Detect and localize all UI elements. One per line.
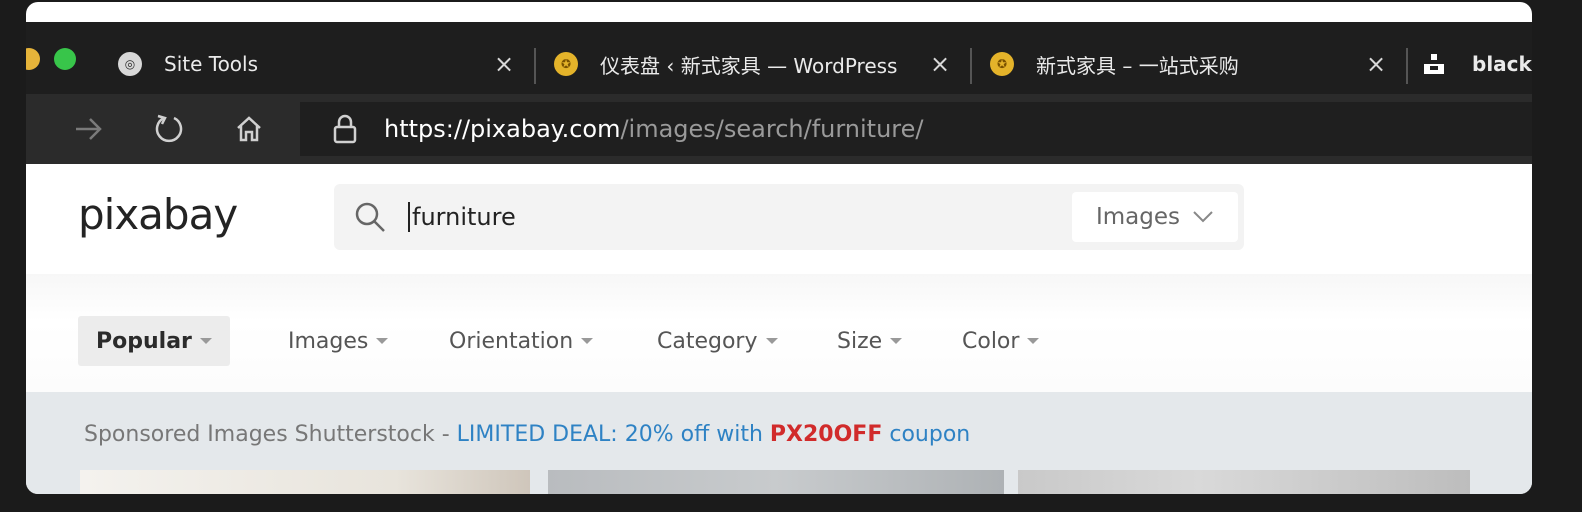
caret-down-icon [890,338,903,344]
tab-black[interactable]: black [1422,44,1532,84]
search-input[interactable]: furniture [408,202,516,232]
tab-furniture-store[interactable]: ✪ 新式家具 – 一站式采购 × [990,44,1390,84]
caret-down-icon [376,338,389,344]
sponsored-lead: Sponsored Images Shutterstock - [84,422,457,447]
fullscreen-window-button[interactable] [54,48,76,70]
url-scheme: https:// [384,115,471,143]
arrow-right-icon [76,118,102,140]
filter-label: Popular [96,328,192,354]
tab-title: 新式家具 – 一站式采购 [1036,53,1239,78]
tab-title: Site Tools [164,52,259,76]
minimize-window-button[interactable] [26,48,40,70]
close-tab-icon[interactable]: × [494,50,514,78]
site-tools-favicon-icon: ◎ [118,52,142,76]
chevron-down-icon [1193,211,1213,223]
black-favicon-icon [1422,52,1446,76]
tab-separator [970,48,972,84]
sponsored-image-thumbnail[interactable] [548,470,1004,494]
filter-orientation[interactable]: Orientation [449,316,594,366]
tab-wordpress-dashboard[interactable]: ✪ 仪表盘 ‹ 新式家具 — WordPress × [554,44,966,84]
filter-size[interactable]: Size [837,316,903,366]
caret-down-icon [581,338,594,344]
lock-icon[interactable] [320,114,370,144]
deal-link-tail[interactable]: coupon [882,422,970,447]
close-tab-icon[interactable]: × [1366,50,1386,78]
filter-color[interactable]: Color [962,316,1040,366]
forward-button[interactable] [70,110,108,148]
coupon-code[interactable]: PX20OFF [770,422,882,447]
search-box[interactable]: furniture Images [334,184,1244,250]
filter-label: Images [288,328,369,354]
navigation-bar: https://pixabay.com/images/search/furnit… [26,94,1532,164]
caret-down-icon [199,338,212,344]
media-type-select[interactable]: Images [1072,192,1238,242]
close-tab-icon[interactable]: × [930,50,950,78]
home-icon [237,116,261,142]
tab-separator [1406,48,1408,84]
url-host: pixabay.com [470,115,621,143]
address-bar[interactable]: https://pixabay.com/images/search/furnit… [300,102,1532,156]
filter-category[interactable]: Category [657,316,778,366]
tab-title: 仪表盘 ‹ 新式家具 — WordPress [600,53,898,78]
tab-bar: ◎ Site Tools × ✪ 仪表盘 ‹ 新式家具 — WordPress … [26,22,1532,94]
filter-label: Category [657,328,758,354]
media-type-value: Images [1095,204,1180,230]
filter-label: Color [962,328,1020,354]
wordpress-favicon-icon: ✪ [554,52,578,76]
sponsored-image-thumbnail[interactable] [80,470,530,494]
filter-label: Orientation [449,328,574,354]
search-icon[interactable] [352,199,388,235]
caret-down-icon [1027,338,1040,344]
filter-bar: Popular Images Orientation Category Size… [26,274,1532,392]
url-path: /images/search/furniture/ [620,115,924,143]
url-text[interactable]: https://pixabay.com/images/search/furnit… [384,115,924,143]
pixabay-logo[interactable]: pixabay [78,190,238,239]
wordpress-favicon-icon: ✪ [990,52,1014,76]
tab-title: black [1472,52,1532,76]
sponsored-section: Sponsored Images Shutterstock - LIMITED … [26,392,1532,494]
site-header: pixabay furniture Images [26,164,1532,274]
filter-label: Size [837,328,883,354]
sponsored-banner[interactable]: Sponsored Images Shutterstock - LIMITED … [84,422,970,447]
reload-button[interactable] [150,110,188,148]
sponsored-image-thumbnail[interactable] [1018,470,1470,494]
filter-images[interactable]: Images [288,316,389,366]
reload-icon [155,114,183,143]
home-button[interactable] [230,110,268,148]
browser-window: ◎ Site Tools × ✪ 仪表盘 ‹ 新式家具 — WordPress … [26,2,1532,494]
tab-separator [534,48,536,84]
tab-site-tools[interactable]: ◎ Site Tools × [118,44,522,84]
deal-link[interactable]: LIMITED DEAL: 20% off with [457,422,770,447]
caret-down-icon [765,338,778,344]
filter-popular[interactable]: Popular [78,316,230,366]
